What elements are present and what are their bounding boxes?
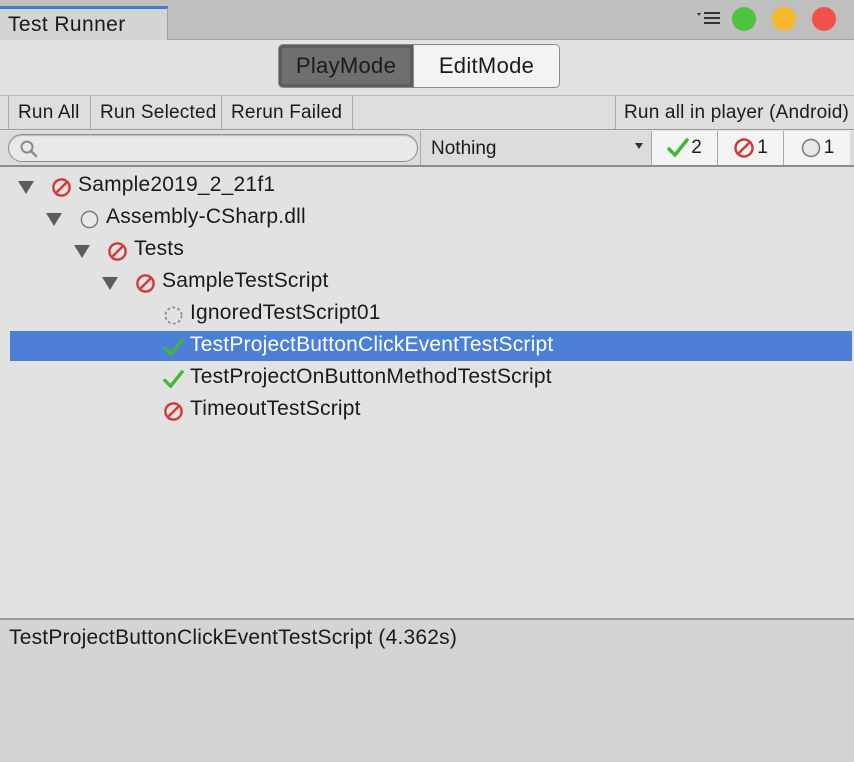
tree-row-project[interactable]: Sample2019_2_21f1 xyxy=(10,171,852,201)
tree-row-label: Tests xyxy=(134,237,185,260)
test-tree: Sample2019_2_21f1 Assembly-CSharp.dll Te… xyxy=(0,169,854,618)
toolbar: Run All Run Selected Rerun Failed Run al… xyxy=(0,96,854,130)
notrun-count: 1 xyxy=(823,137,835,158)
rerun-failed-button[interactable]: Rerun Failed xyxy=(222,96,353,129)
fail-icon xyxy=(107,241,128,262)
tree-row-assembly[interactable]: Assembly-CSharp.dll xyxy=(10,203,852,233)
category-dropdown-value: Nothing xyxy=(431,138,497,159)
result-detail-panel: TestProjectButtonClickEventTestScript (4… xyxy=(0,618,854,762)
mode-switch-row: PlayMode EditMode xyxy=(0,40,854,96)
tree-row-label: IgnoredTestScript01 xyxy=(190,301,381,324)
run-all-button[interactable]: Run All xyxy=(8,96,91,129)
failed-count: 1 xyxy=(757,137,768,158)
maximize-button[interactable] xyxy=(732,7,756,31)
fail-icon xyxy=(135,273,156,294)
run-in-player-button[interactable]: Run all in player (Android) xyxy=(615,96,854,129)
tree-row-label: TestProjectOnButtonMethodTestScript xyxy=(190,365,552,388)
failed-filter-toggle[interactable]: 1 xyxy=(718,131,784,165)
ignored-icon xyxy=(163,305,184,326)
search-input[interactable] xyxy=(43,137,403,159)
not-run-icon xyxy=(801,138,820,158)
tree-row-label: TestProjectButtonClickEventTestScript xyxy=(190,333,554,356)
search-field[interactable] xyxy=(8,134,418,162)
playmode-tab[interactable]: PlayMode xyxy=(279,45,414,87)
not-run-icon xyxy=(79,209,100,230)
mode-switch: PlayMode EditMode xyxy=(278,44,560,88)
fail-icon xyxy=(734,138,754,158)
tree-row-class[interactable]: SampleTestScript xyxy=(10,267,852,297)
tree-row-test[interactable]: TestProjectOnButtonMethodTestScript xyxy=(10,363,852,393)
tree-row-label: SampleTestScript xyxy=(162,269,329,292)
passed-filter-toggle[interactable]: 2 xyxy=(652,131,718,165)
check-icon xyxy=(163,369,184,390)
editmode-tab[interactable]: EditMode xyxy=(414,45,559,87)
tree-row-test[interactable]: IgnoredTestScript01 xyxy=(10,299,852,329)
expand-arrow-icon[interactable] xyxy=(74,245,90,258)
fail-icon xyxy=(163,401,184,422)
category-dropdown[interactable]: Nothing xyxy=(420,131,652,165)
check-icon xyxy=(163,337,184,358)
tree-row-label: TimeoutTestScript xyxy=(190,397,361,420)
window-menu-icon[interactable] xyxy=(696,9,722,27)
tree-row-test[interactable]: TimeoutTestScript xyxy=(10,395,852,425)
expand-arrow-icon[interactable] xyxy=(18,181,34,194)
window-tab-title: Test Runner xyxy=(8,13,126,36)
filter-row: Nothing 2 1 1 xyxy=(0,131,854,167)
check-icon xyxy=(667,138,689,157)
result-detail-text: TestProjectButtonClickEventTestScript (4… xyxy=(9,626,458,649)
notrun-filter-toggle[interactable]: 1 xyxy=(784,131,850,165)
search-icon xyxy=(19,139,39,159)
tree-row-namespace[interactable]: Tests xyxy=(10,235,852,265)
tree-row-test-selected[interactable]: TestProjectButtonClickEventTestScript xyxy=(10,331,852,361)
window-tab[interactable]: Test Runner xyxy=(0,6,168,40)
expand-arrow-icon[interactable] xyxy=(102,277,118,290)
fail-icon xyxy=(51,177,72,198)
tree-row-label: Assembly-CSharp.dll xyxy=(106,205,306,228)
minimize-button[interactable] xyxy=(772,7,796,31)
tree-row-label: Sample2019_2_21f1 xyxy=(78,173,276,196)
title-bar: Test Runner xyxy=(0,0,854,40)
expand-arrow-icon[interactable] xyxy=(46,213,62,226)
run-selected-button[interactable]: Run Selected xyxy=(91,96,222,129)
passed-count: 2 xyxy=(691,137,702,158)
close-button[interactable] xyxy=(812,7,836,31)
chevron-down-icon xyxy=(635,143,643,149)
